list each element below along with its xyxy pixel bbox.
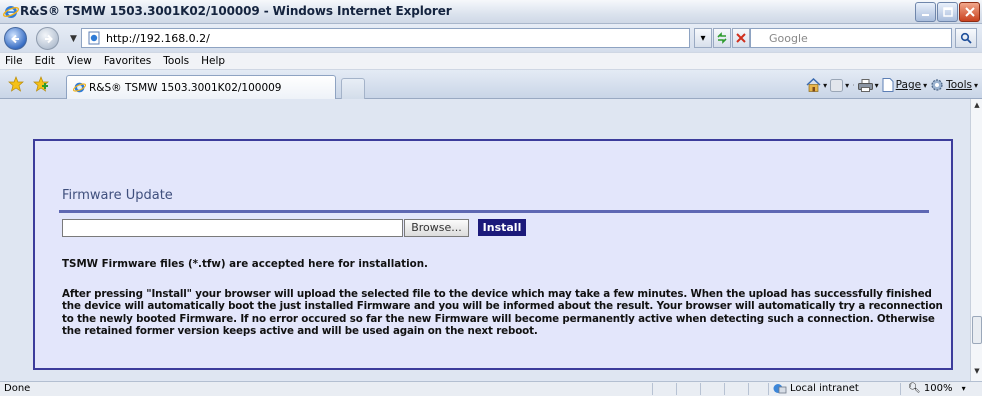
address-bar[interactable]: http://192.168.0.2/ — [81, 28, 690, 48]
search-button[interactable] — [955, 28, 977, 48]
forward-button[interactable] — [36, 27, 59, 50]
add-favorites-icon[interactable] — [33, 76, 49, 92]
home-icon — [806, 78, 821, 92]
chevron-down-icon: ▾ — [961, 384, 966, 393]
menu-help[interactable]: Help — [201, 55, 225, 67]
scrollbar-thumb[interactable] — [972, 316, 982, 344]
maximize-icon — [942, 7, 953, 17]
back-arrow-icon — [10, 34, 19, 44]
firmware-panel: Firmware Update Browse... Install TSMW F… — [33, 139, 953, 370]
menu-file[interactable]: File — [5, 55, 23, 67]
status-divider — [652, 383, 653, 395]
page-icon — [882, 78, 894, 92]
section-title: Firmware Update — [62, 188, 173, 203]
accepted-files-text: TSMW Firmware files (*.tfw) are accepted… — [62, 258, 428, 270]
menu-tools[interactable]: Tools — [163, 55, 189, 67]
zoom-icon: 🔍︎ — [908, 383, 921, 394]
gear-icon — [931, 79, 943, 91]
status-divider — [768, 383, 769, 395]
window-title-bar: R&S® TSMW 1503.3001K02/100009 - Windows … — [0, 0, 982, 24]
forward-arrow-icon — [44, 34, 53, 44]
chevron-down-icon: ▾ — [823, 80, 828, 90]
vertical-scrollbar[interactable]: ▲ ▼ — [970, 99, 982, 381]
browse-button[interactable]: Browse... — [404, 219, 469, 237]
search-placeholder: Google — [769, 32, 808, 45]
tools-menu-label: Tools — [946, 79, 972, 91]
page-menu-button[interactable]: Page ▾ — [882, 78, 927, 92]
intranet-icon — [773, 384, 787, 394]
menu-bar: File Edit View Favorites Tools Help — [0, 52, 982, 70]
menu-favorites[interactable]: Favorites — [104, 55, 151, 67]
status-divider — [900, 383, 901, 395]
address-toolbar: ▼ http://192.168.0.2/ ▾ Google — [0, 24, 982, 52]
chevron-down-icon: ▾ — [923, 80, 928, 90]
internet-explorer-icon — [3, 6, 19, 18]
close-button[interactable] — [959, 2, 980, 22]
feeds-icon — [830, 78, 844, 92]
internet-explorer-icon — [73, 82, 86, 93]
zoom-level[interactable]: 🔍︎ 100% ▾ — [908, 383, 966, 394]
new-tab-button[interactable] — [341, 78, 365, 99]
menu-edit[interactable]: Edit — [35, 55, 55, 67]
tools-menu-button[interactable]: Tools ▾ — [930, 78, 978, 92]
search-icon — [960, 32, 972, 44]
minimize-icon — [921, 14, 929, 16]
status-text: Done — [4, 383, 31, 394]
tab-title: R&S® TSMW 1503.3001K02/100009 — [89, 82, 282, 94]
tab-active[interactable]: R&S® TSMW 1503.3001K02/100009 — [66, 75, 336, 99]
command-bar: ▾ ▾ · ▾ Page ▾ Tools ▾ — [806, 78, 978, 92]
window-controls — [915, 2, 980, 22]
history-dropdown-icon[interactable]: ▼ — [70, 34, 77, 44]
back-button[interactable] — [4, 27, 27, 50]
file-path-input[interactable] — [62, 219, 403, 237]
chevron-down-icon: ▾ — [973, 80, 978, 90]
window-title: R&S® TSMW 1503.3001K02/100009 - Windows … — [20, 4, 452, 18]
scroll-down-icon[interactable]: ▼ — [972, 367, 982, 379]
status-divider — [724, 383, 725, 395]
print-icon — [857, 78, 873, 92]
scroll-up-icon[interactable]: ▲ — [972, 101, 982, 113]
stop-button[interactable] — [732, 28, 750, 48]
status-divider — [676, 383, 677, 395]
print-button[interactable]: ▾ — [857, 78, 879, 92]
menu-view[interactable]: View — [67, 55, 92, 67]
search-input[interactable]: Google — [750, 28, 952, 48]
chevron-down-icon: ▾ — [845, 80, 850, 90]
divider — [59, 210, 929, 213]
zoom-label: 100% — [923, 383, 953, 394]
status-divider — [748, 383, 749, 395]
favorites-star-icon[interactable] — [8, 76, 24, 92]
feeds-button[interactable]: ▾ — [830, 78, 850, 92]
chevron-down-icon: ▾ — [700, 32, 706, 44]
status-divider — [700, 383, 701, 395]
url-text: http://192.168.0.2/ — [106, 32, 210, 45]
page-menu-label: Page — [895, 79, 922, 91]
chevron-down-icon: ▾ — [874, 80, 879, 90]
home-button[interactable]: ▾ — [806, 78, 827, 92]
address-dropdown-button[interactable]: ▾ — [694, 28, 712, 48]
security-zone[interactable]: Local intranet — [773, 383, 859, 394]
refresh-icon — [717, 32, 727, 44]
maximize-button[interactable] — [937, 2, 958, 22]
zone-label: Local intranet — [790, 383, 859, 394]
page-icon — [88, 31, 100, 45]
tab-bar: R&S® TSMW 1503.3001K02/100009 ▾ ▾ · ▾ Pa… — [0, 70, 982, 99]
stop-icon — [736, 33, 746, 43]
separator: · — [852, 80, 855, 90]
close-icon — [964, 7, 975, 17]
install-button[interactable]: Install — [478, 219, 526, 236]
page-content: Firmware Update Browse... Install TSMW F… — [0, 99, 970, 381]
refresh-button[interactable] — [713, 28, 731, 48]
install-description: After pressing "Install" your browser wi… — [62, 288, 943, 338]
minimize-button[interactable] — [915, 2, 936, 22]
status-bar: Done Local intranet 🔍︎ 100% ▾ — [0, 381, 982, 396]
